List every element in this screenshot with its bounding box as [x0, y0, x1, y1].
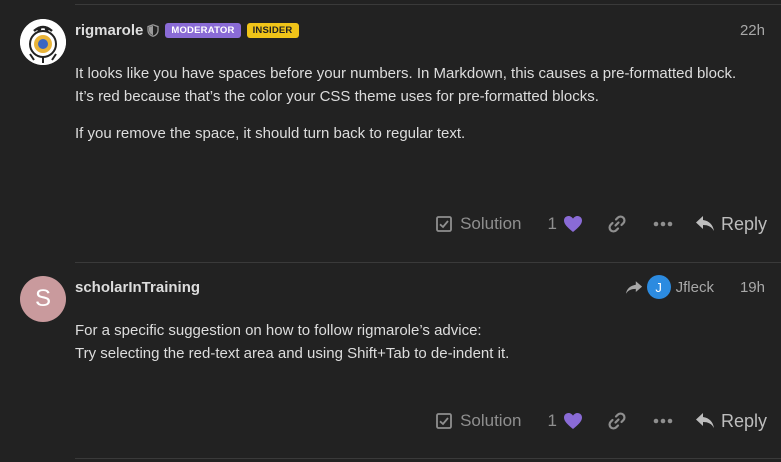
copy-link-button[interactable]	[607, 214, 627, 234]
more-button[interactable]	[653, 418, 673, 424]
reply-label: Reply	[720, 213, 767, 234]
avatar[interactable]	[20, 19, 66, 65]
like-count: 1	[547, 214, 557, 233]
like-count: 1	[547, 411, 557, 430]
paragraph: If you remove the space, it should turn …	[75, 125, 466, 142]
link-icon	[608, 412, 626, 430]
post-divider	[75, 262, 781, 263]
heart-icon	[563, 216, 582, 232]
more-icon	[653, 418, 673, 424]
more-button[interactable]	[653, 221, 673, 227]
reply-button[interactable]: Reply	[695, 214, 767, 235]
post-body: It looks like you have spaces before you…	[75, 62, 755, 159]
post-header: rigmarole MODERATOR INSIDER 22h	[75, 19, 765, 41]
reply-arrow-icon	[695, 216, 714, 231]
solution-button[interactable]: Solution	[436, 214, 522, 234]
reply-label: Reply	[720, 410, 767, 431]
solution-label: Solution	[460, 411, 522, 430]
rigmarole-logo-icon	[20, 19, 66, 65]
solution-label: Solution	[460, 214, 522, 233]
avatar[interactable]: S	[20, 276, 66, 322]
username[interactable]: scholarInTraining	[75, 279, 200, 296]
more-icon	[653, 221, 673, 227]
reply-to-username: Jfleck	[675, 278, 714, 296]
shield-icon	[147, 23, 160, 37]
reply-to-indicator[interactable]: J Jfleck	[625, 275, 714, 299]
copy-link-button[interactable]	[607, 411, 627, 431]
post-actions: Solution 1 Reply	[436, 209, 767, 239]
link-icon	[608, 215, 626, 233]
solution-button[interactable]: Solution	[436, 411, 522, 431]
heart-icon	[563, 413, 582, 429]
like-button[interactable]: 1	[548, 411, 583, 431]
post-header: scholarInTraining J Jfleck 19h	[75, 275, 765, 299]
bottom-divider	[75, 458, 781, 459]
like-button[interactable]: 1	[548, 214, 583, 234]
post-time[interactable]: 19h	[740, 279, 765, 296]
avatar-letter: S	[34, 285, 51, 312]
reply-to-avatar: J	[646, 275, 671, 299]
insider-badge: INSIDER	[246, 22, 299, 38]
line: For a specific suggestion on how to foll…	[75, 322, 482, 339]
username[interactable]: rigmarole	[75, 22, 143, 39]
top-divider	[75, 4, 781, 5]
checkbox-icon	[436, 216, 452, 232]
moderator-badge: MODERATOR	[165, 22, 241, 38]
post-time[interactable]: 22h	[740, 22, 765, 39]
paragraph: It looks like you have spaces before you…	[75, 65, 737, 105]
post-actions: Solution 1 Reply	[436, 406, 767, 436]
line: Try selecting the red-text area and usin…	[75, 345, 510, 362]
post-body: For a specific suggestion on how to foll…	[75, 319, 755, 365]
checkbox-icon	[436, 413, 452, 429]
reply-to-arrow-icon	[625, 280, 642, 294]
reply-button[interactable]: Reply	[695, 411, 767, 432]
reply-arrow-icon	[695, 413, 714, 428]
